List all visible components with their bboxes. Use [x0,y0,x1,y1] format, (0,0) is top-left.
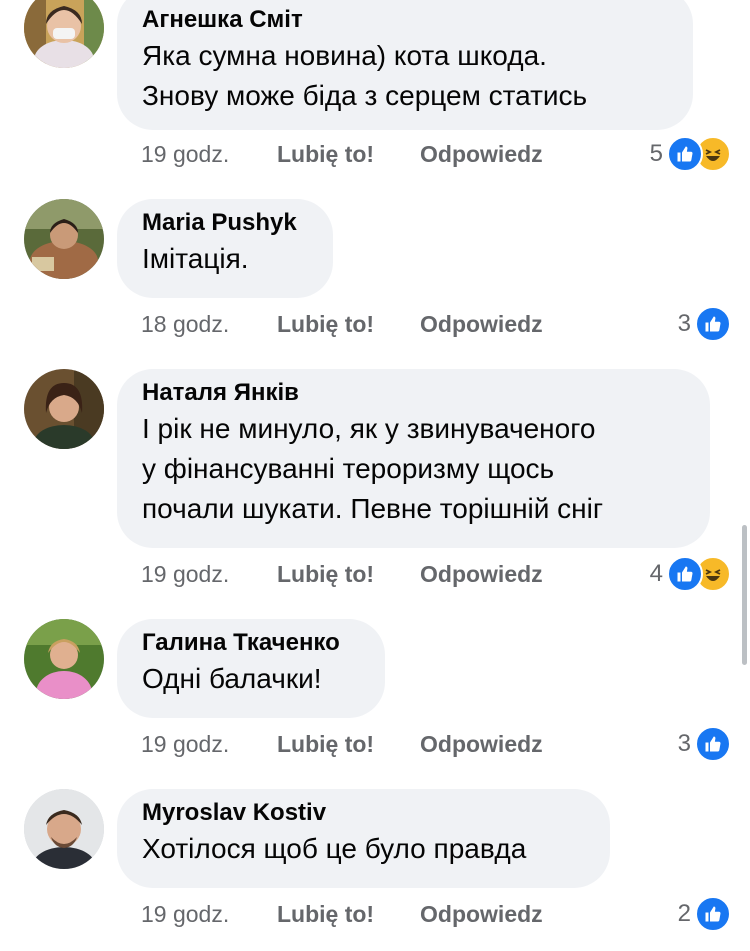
comment-bubble: Myroslav Kostiv Хотілося щоб це було пра… [117,789,610,888]
reaction-count: 4 [649,560,663,587]
comment-bubble: Наталя Янків І рік не минуло, як у звину… [117,369,710,548]
comment-time[interactable]: 19 godz. [141,896,229,932]
like-icon [695,896,731,932]
comment-bubble: Агнешка Сміт Яка сумна новина) кота шкод… [117,0,693,130]
comment-author[interactable]: Myroslav Kostiv [142,799,584,827]
comment-actions: 19 godz. Lubię to! Odpowiedz 4 [141,556,731,592]
like-button[interactable]: Lubię to! [277,306,374,342]
comment-actions: 19 godz. Lubię to! Odpowiedz 2 [141,896,731,932]
like-button[interactable]: Lubię to! [277,136,374,172]
like-icon [667,136,703,172]
avatar[interactable] [24,199,104,279]
comment-author[interactable]: Галина Ткаченко [142,629,359,657]
comment-text: Яка сумна новина) кота шкода. Знову може… [142,40,588,111]
comment-author[interactable]: Наталя Янків [142,379,684,407]
reactions[interactable]: 3 [678,306,731,342]
reaction-count: 2 [677,900,691,927]
reply-button[interactable]: Odpowiedz [420,306,543,342]
like-button[interactable]: Lubię to! [277,726,374,762]
comment-time[interactable]: 19 godz. [141,136,229,172]
scrollbar[interactable] [742,525,747,665]
comment-time[interactable]: 19 godz. [141,726,229,762]
reactions[interactable]: 4 [650,556,731,592]
reactions[interactable]: 3 [678,726,731,762]
comment-text: Імітація. [142,243,249,274]
comment-actions: 19 godz. Lubię to! Odpowiedz 5 [141,136,731,172]
comment-text: Одні балачки! [142,663,322,694]
comment-text: І рік не минуло, як у звинуваченого у фі… [142,413,604,524]
reactions[interactable]: 2 [678,896,731,932]
reaction-count: 3 [677,730,691,757]
reactions[interactable]: 5 [650,136,731,172]
like-button[interactable]: Lubię to! [277,556,374,592]
comment-bubble: Maria Pushyk Імітація. [117,199,333,298]
avatar[interactable] [24,619,104,699]
like-button[interactable]: Lubię to! [277,896,374,932]
avatar[interactable] [24,0,104,68]
comment-author[interactable]: Maria Pushyk [142,209,307,237]
reply-button[interactable]: Odpowiedz [420,556,543,592]
reply-button[interactable]: Odpowiedz [420,726,543,762]
reaction-count: 5 [649,140,663,167]
avatar[interactable] [24,789,104,869]
reply-button[interactable]: Odpowiedz [420,136,543,172]
avatar[interactable] [24,369,104,449]
comment-time[interactable]: 18 godz. [141,306,229,342]
like-icon [695,306,731,342]
comment-bubble: Галина Ткаченко Одні балачки! [117,619,385,718]
like-icon [667,556,703,592]
comment-time[interactable]: 19 godz. [141,556,229,592]
reply-button[interactable]: Odpowiedz [420,896,543,932]
comment-actions: 18 godz. Lubię to! Odpowiedz 3 [141,306,731,342]
reaction-count: 3 [677,310,691,337]
comment-author[interactable]: Агнешка Сміт [142,6,667,34]
comment-text: Хотілося щоб це було правда [142,833,527,864]
comment-actions: 19 godz. Lubię to! Odpowiedz 3 [141,726,731,762]
like-icon [695,726,731,762]
